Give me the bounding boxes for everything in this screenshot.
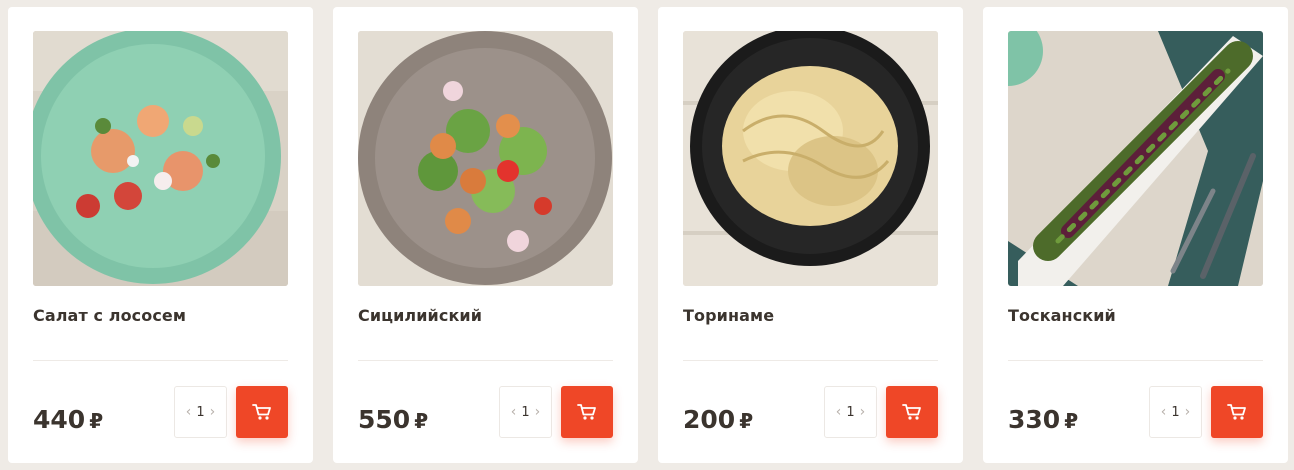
divider: [33, 360, 288, 361]
product-price: 330 ₽: [1008, 405, 1078, 434]
product-card: Сицилийский 550 ₽ ‹ 1 ›: [333, 7, 638, 463]
product-price: 440 ₽: [33, 405, 103, 434]
chevron-left-icon[interactable]: ‹: [1157, 404, 1171, 420]
cart-icon: [902, 404, 921, 420]
quantity-value[interactable]: 1: [195, 405, 205, 420]
price-value: 330: [1008, 405, 1061, 434]
cart-icon: [577, 404, 596, 420]
product-card: Салат с лососем 440 ₽ ‹ 1 ›: [8, 7, 313, 463]
quantity-stepper: ‹ 1 ›: [1149, 386, 1202, 438]
divider: [1008, 360, 1263, 361]
chevron-right-icon[interactable]: ›: [856, 404, 870, 420]
chevron-right-icon[interactable]: ›: [1181, 404, 1195, 420]
divider: [358, 360, 613, 361]
add-to-cart-button[interactable]: [561, 386, 613, 438]
currency-sign: ₽: [739, 409, 754, 433]
quantity-value[interactable]: 1: [845, 405, 855, 420]
noodles-bowl-photo[interactable]: [683, 31, 938, 286]
product-title[interactable]: Салат с лососем: [33, 306, 186, 325]
product-title[interactable]: Торинаме: [683, 306, 774, 325]
price-value: 440: [33, 405, 86, 434]
chevron-left-icon[interactable]: ‹: [832, 404, 846, 420]
divider: [683, 360, 938, 361]
add-to-cart-button[interactable]: [1211, 386, 1263, 438]
quantity-stepper: ‹ 1 ›: [499, 386, 552, 438]
product-price: 200 ₽: [683, 405, 753, 434]
cart-icon: [252, 404, 271, 420]
currency-sign: ₽: [1064, 409, 1079, 433]
tuscan-salad-photo[interactable]: [1008, 31, 1263, 286]
quantity-value[interactable]: 1: [1170, 405, 1180, 420]
product-price: 550 ₽: [358, 405, 428, 434]
add-to-cart-button[interactable]: [886, 386, 938, 438]
product-card: Тосканский 330 ₽ ‹ 1 ›: [983, 7, 1288, 463]
chevron-right-icon[interactable]: ›: [206, 404, 220, 420]
cart-icon: [1227, 404, 1246, 420]
chevron-right-icon[interactable]: ›: [531, 404, 545, 420]
chevron-left-icon[interactable]: ‹: [507, 404, 521, 420]
product-grid: Салат с лососем 440 ₽ ‹ 1 › Сицилийский …: [8, 7, 1288, 463]
quantity-stepper: ‹ 1 ›: [174, 386, 227, 438]
product-title[interactable]: Тосканский: [1008, 306, 1116, 325]
price-value: 550: [358, 405, 411, 434]
product-card: Торинаме 200 ₽ ‹ 1 ›: [658, 7, 963, 463]
quantity-value[interactable]: 1: [520, 405, 530, 420]
shrimp-salad-photo[interactable]: [358, 31, 613, 286]
add-to-cart-button[interactable]: [236, 386, 288, 438]
currency-sign: ₽: [414, 409, 429, 433]
product-title[interactable]: Сицилийский: [358, 306, 482, 325]
currency-sign: ₽: [89, 409, 104, 433]
salmon-salad-photo[interactable]: [33, 31, 288, 286]
price-value: 200: [683, 405, 736, 434]
chevron-left-icon[interactable]: ‹: [182, 404, 196, 420]
quantity-stepper: ‹ 1 ›: [824, 386, 877, 438]
